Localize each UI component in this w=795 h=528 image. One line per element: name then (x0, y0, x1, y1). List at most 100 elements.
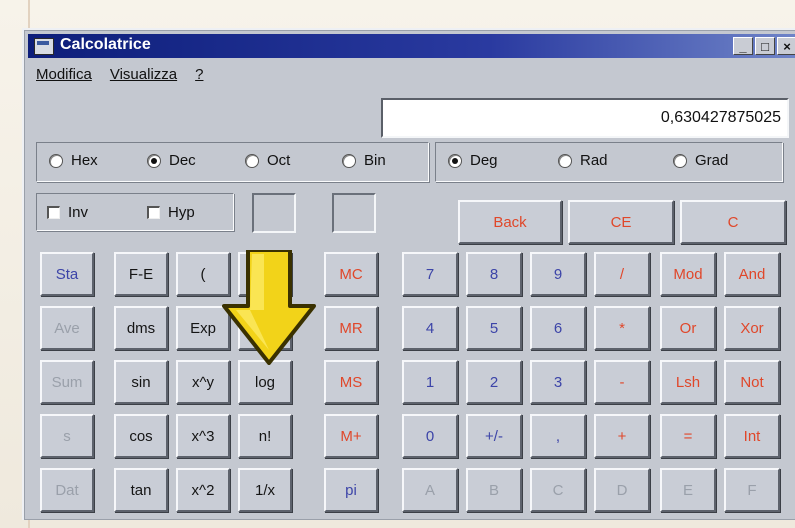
hex-d-button[interactable]: D (594, 468, 650, 512)
square-button[interactable]: x^2 (176, 468, 230, 512)
mc-button[interactable]: MC (324, 252, 378, 296)
result-display: 0,630427875025 (381, 98, 789, 138)
xor-button[interactable]: Xor (724, 306, 780, 350)
tan-button[interactable]: tan (114, 468, 168, 512)
menu-modifica[interactable]: Modifica (36, 66, 92, 83)
hex-a-button[interactable]: A (402, 468, 458, 512)
menu-bar: Modifica Visualizza ? (36, 66, 203, 83)
memory-indicator (332, 193, 376, 233)
radio-dec-indicator (147, 153, 161, 168)
and-button[interactable]: And (724, 252, 780, 296)
hex-c-button[interactable]: C (530, 468, 586, 512)
pi-button[interactable]: pi (324, 468, 378, 512)
window-controls: _ □ × (733, 37, 795, 55)
minimize-icon[interactable]: _ (733, 37, 753, 55)
mod-button[interactable]: Mod (660, 252, 716, 296)
cos-button[interactable]: cos (114, 414, 168, 458)
hex-b-button[interactable]: B (466, 468, 522, 512)
digit-5-button[interactable]: 5 (466, 306, 522, 350)
radio-hex-label: Hex (71, 152, 98, 169)
radio-rad-indicator (558, 153, 572, 168)
digit-7-button[interactable]: 7 (402, 252, 458, 296)
checkbox-inv-label: Inv (68, 204, 89, 221)
m-plus-button[interactable]: M+ (324, 414, 378, 458)
menu-help[interactable]: ? (195, 66, 203, 83)
radio-grad[interactable]: Grad (673, 152, 728, 169)
close-icon[interactable]: × (777, 37, 795, 55)
angle-unit-group: Deg Rad Grad (435, 142, 783, 182)
digit-9-button[interactable]: 9 (530, 252, 586, 296)
checkbox-inv[interactable]: Inv (47, 204, 88, 221)
power-button[interactable]: x^y (176, 360, 230, 404)
fe-button[interactable]: F-E (114, 252, 168, 296)
std-dev-button[interactable]: s (40, 414, 94, 458)
radio-rad-label: Rad (580, 152, 608, 169)
digit-0-button[interactable]: 0 (402, 414, 458, 458)
radio-rad[interactable]: Rad (558, 152, 608, 169)
or-button[interactable]: Or (660, 306, 716, 350)
reciprocal-button[interactable]: 1/x (238, 468, 292, 512)
sign-toggle-button[interactable]: +/- (466, 414, 522, 458)
radio-oct-indicator (245, 153, 259, 168)
clear-button[interactable]: C (680, 200, 786, 244)
radio-hex-indicator (49, 153, 63, 168)
radio-grad-indicator (673, 153, 687, 168)
cube-button[interactable]: x^3 (176, 414, 230, 458)
radio-deg-label: Deg (470, 152, 498, 169)
digit-1-button[interactable]: 1 (402, 360, 458, 404)
radio-bin[interactable]: Bin (342, 152, 386, 169)
checkbox-hyp[interactable]: Hyp (147, 204, 195, 221)
radio-oct[interactable]: Oct (245, 152, 290, 169)
multiply-button[interactable]: * (594, 306, 650, 350)
equals-button[interactable]: = (660, 414, 716, 458)
ave-button[interactable]: Ave (40, 306, 94, 350)
add-button[interactable]: + (594, 414, 650, 458)
checkbox-inv-box (47, 206, 60, 219)
digit-3-button[interactable]: 3 (530, 360, 586, 404)
menu-visualizza[interactable]: Visualizza (110, 66, 177, 83)
sum-button[interactable]: Sum (40, 360, 94, 404)
ms-button[interactable]: MS (324, 360, 378, 404)
radio-grad-label: Grad (695, 152, 729, 169)
radio-hex[interactable]: Hex (49, 152, 98, 169)
digit-4-button[interactable]: 4 (402, 306, 458, 350)
radio-deg-indicator (448, 153, 462, 168)
maximize-icon[interactable]: □ (755, 37, 775, 55)
sta-button[interactable]: Sta (40, 252, 94, 296)
radio-bin-indicator (342, 153, 356, 168)
lsh-button[interactable]: Lsh (660, 360, 716, 404)
calculator-app-icon (34, 38, 54, 55)
back-button[interactable]: Back (458, 200, 562, 244)
not-button[interactable]: Not (724, 360, 780, 404)
radio-bin-label: Bin (364, 152, 386, 169)
log-button[interactable]: log (238, 360, 292, 404)
decimal-button[interactable]: , (530, 414, 586, 458)
hex-f-button[interactable]: F (724, 468, 780, 512)
digit-8-button[interactable]: 8 (466, 252, 522, 296)
inv-hyp-group: Inv Hyp (36, 193, 234, 231)
subtract-button[interactable]: - (594, 360, 650, 404)
checkbox-hyp-box (147, 206, 160, 219)
int-button[interactable]: Int (724, 414, 780, 458)
digit-2-button[interactable]: 2 (466, 360, 522, 404)
radio-deg[interactable]: Deg (448, 152, 498, 169)
radio-oct-label: Oct (267, 152, 291, 169)
hex-e-button[interactable]: E (660, 468, 716, 512)
title-bar[interactable]: Calcolatrice _ □ × (28, 34, 795, 58)
factorial-button[interactable]: n! (238, 414, 292, 458)
yellow-arrow-icon (222, 250, 316, 365)
divide-button[interactable]: / (594, 252, 650, 296)
mr-button[interactable]: MR (324, 306, 378, 350)
dms-button[interactable]: dms (114, 306, 168, 350)
sin-button[interactable]: sin (114, 360, 168, 404)
radio-dec[interactable]: Dec (147, 152, 196, 169)
parentheses-indicator (252, 193, 296, 233)
dat-button[interactable]: Dat (40, 468, 94, 512)
clear-entry-button[interactable]: CE (568, 200, 674, 244)
window-title: Calcolatrice (60, 36, 151, 53)
radio-dec-label: Dec (169, 152, 196, 169)
number-system-group: Hex Dec Oct Bin (36, 142, 429, 182)
checkbox-hyp-label: Hyp (168, 204, 195, 221)
digit-6-button[interactable]: 6 (530, 306, 586, 350)
calculator-window: Calcolatrice _ □ × Modifica Visualizza ?… (22, 28, 795, 520)
